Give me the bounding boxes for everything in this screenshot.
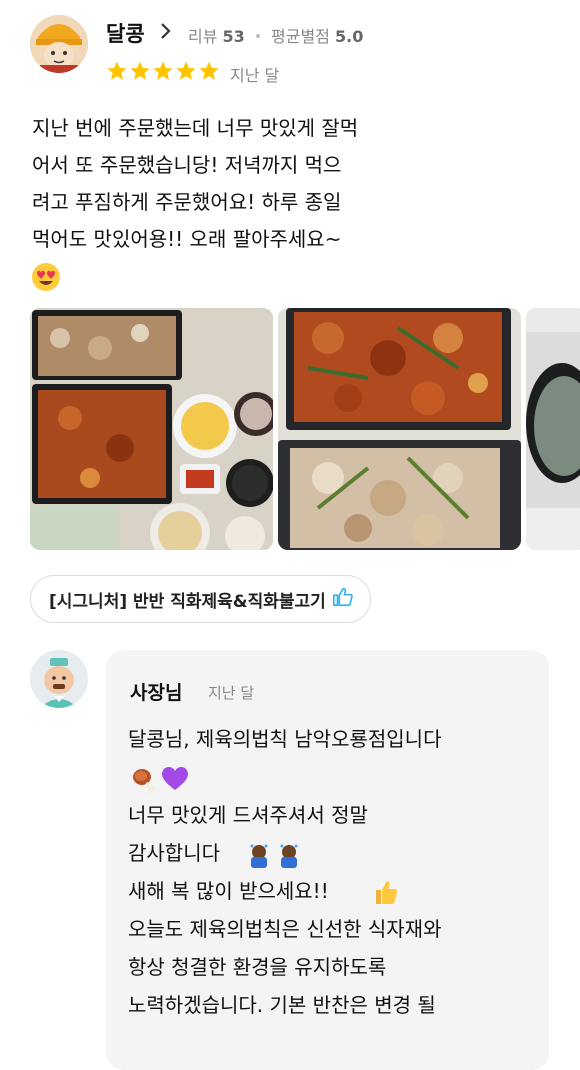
meat-on-bone-emoji-icon <box>130 765 158 797</box>
bowing-person-emoji-icon <box>246 842 306 874</box>
star-icon <box>106 60 128 84</box>
review-text: 지난 번에 주문했는데 너무 맛있게 잘먹 어서 또 주문했습니당! 저녁까지 … <box>32 116 359 251</box>
food-photo-1[interactable] <box>30 308 273 550</box>
food-photo-2[interactable] <box>278 308 521 550</box>
thumbs-up-emoji-icon <box>373 878 399 910</box>
owner-reply-date: 지난 달 <box>208 684 255 702</box>
rating-avg-label: 평균별점 <box>271 27 330 46</box>
purple-heart-emoji-icon <box>161 766 189 796</box>
star-rating <box>106 60 220 84</box>
star-icon <box>198 60 220 84</box>
owner-reply-text: 달콩님, 제육의법칙 남악오룡점입니다 너무 맛있게 드셔주셔서 정말 감사합니… <box>128 727 442 1017</box>
food-photo-3[interactable] <box>526 308 580 550</box>
meta-separator <box>255 34 260 38</box>
star-icon <box>175 60 197 84</box>
menu-tag-button[interactable]: [시그니처] 반반 직화제육&직화불고기 <box>30 575 371 623</box>
heart-eyes-emoji-icon <box>31 262 61 292</box>
reviewer-name[interactable]: 달콩 <box>106 18 145 48</box>
reviewer-meta: 리뷰 53 평균별점 5.0 <box>188 23 363 47</box>
chevron-right-icon[interactable] <box>160 21 172 45</box>
owner-name: 사장님 <box>130 682 183 704</box>
rating-avg: 5.0 <box>334 27 364 46</box>
reviewer-avatar[interactable] <box>30 15 88 73</box>
star-icon <box>129 60 151 84</box>
owner-avatar <box>30 650 88 708</box>
review-count-label: 리뷰 <box>188 27 218 46</box>
review-date: 지난 달 <box>230 66 280 85</box>
thumbs-up-icon <box>332 586 354 613</box>
menu-tag-label: [시그니처] 반반 직화제육&직화불고기 <box>49 591 326 612</box>
review-count: 53 <box>222 27 245 46</box>
star-icon <box>152 60 174 84</box>
